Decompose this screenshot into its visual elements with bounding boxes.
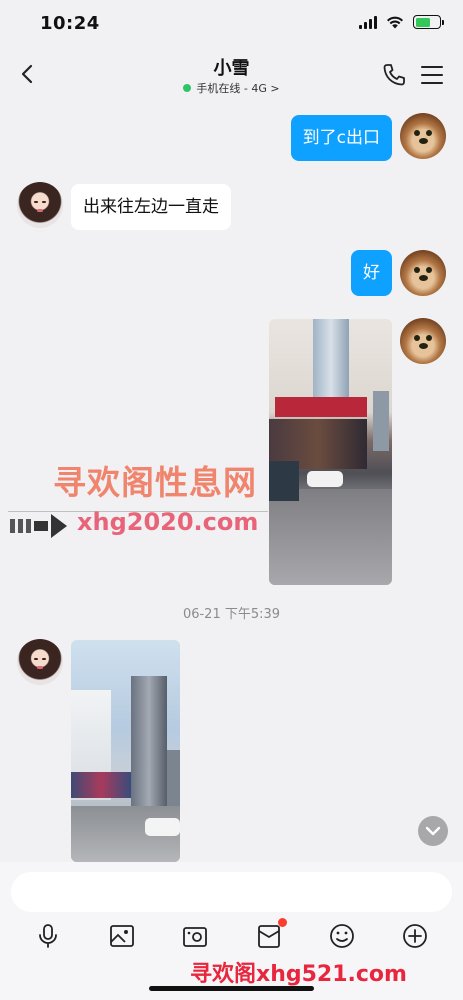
red-packet-button[interactable] (255, 918, 287, 950)
emoji-button[interactable] (328, 922, 356, 950)
chevron-right-icon: > (270, 82, 280, 95)
message-bubble-outgoing[interactable]: 好 (351, 250, 392, 296)
wifi-icon (387, 16, 403, 29)
watermark-bottom: 寻欢阁xhg521.com (190, 962, 407, 987)
contact-avatar[interactable] (17, 639, 63, 685)
notification-badge (278, 918, 287, 927)
status-bar: 10:24 (0, 0, 463, 50)
plus-icon (403, 924, 427, 948)
my-avatar[interactable] (400, 318, 446, 364)
contact-status-text: 手机在线 - 4G (196, 82, 267, 95)
camera-button[interactable] (181, 922, 209, 950)
scroll-to-bottom-button[interactable] (418, 816, 448, 846)
chevron-down-icon (425, 826, 441, 836)
voice-button[interactable] (34, 922, 62, 950)
my-avatar[interactable] (400, 113, 446, 159)
message-bubble-incoming[interactable]: 出来往左边一直走 (71, 184, 231, 230)
camera-icon (183, 927, 207, 947)
status-time: 10:24 (40, 13, 100, 34)
watermark-arrow-icon (10, 514, 67, 538)
contact-avatar[interactable] (17, 182, 63, 228)
watermark-text: 寻欢阁性息网 (53, 463, 257, 502)
emoji-icon (330, 924, 354, 948)
menu-icon[interactable] (419, 62, 445, 88)
cellular-signal-icon (359, 15, 377, 29)
online-indicator-icon (183, 84, 192, 92)
my-avatar[interactable] (400, 250, 446, 296)
more-button[interactable] (401, 922, 429, 950)
message-bubble-outgoing[interactable]: 到了c出口 (290, 115, 392, 161)
battery-icon (413, 15, 444, 29)
microphone-icon (39, 924, 57, 948)
message-image-outgoing[interactable] (269, 319, 392, 585)
image-icon (110, 925, 134, 947)
message-image-incoming[interactable] (71, 640, 180, 862)
photo-button[interactable] (108, 922, 136, 950)
home-indicator[interactable] (149, 986, 314, 991)
watermark-url: xhg2020.com (77, 508, 259, 536)
phone-call-icon[interactable] (381, 62, 407, 88)
status-icons (359, 15, 444, 29)
input-toolbar (0, 918, 463, 952)
message-input[interactable] (11, 872, 452, 912)
message-timestamp: 06-21 下午5:39 (182, 607, 281, 622)
chat-header: 小雪 手机在线 - 4G > (0, 50, 463, 100)
red-packet-icon (258, 925, 280, 948)
